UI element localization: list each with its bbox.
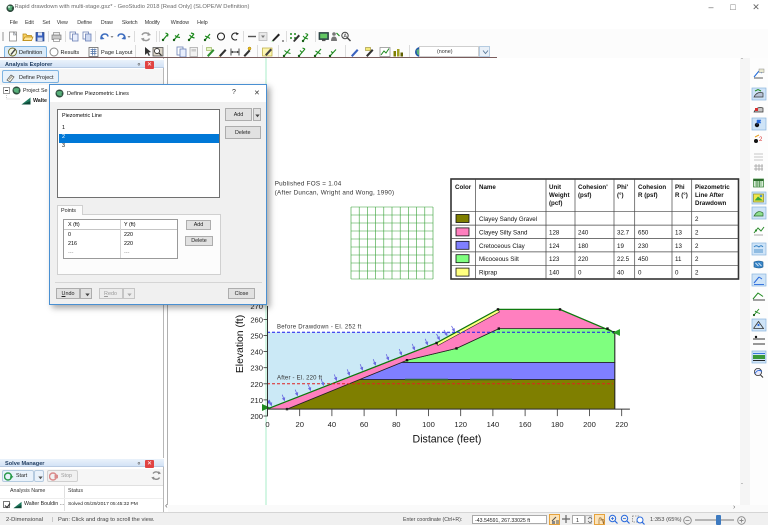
svg-text:A: A bbox=[344, 34, 348, 40]
svg-text:Definition: Definition bbox=[19, 50, 42, 56]
svg-text:Results: Results bbox=[61, 50, 80, 56]
svg-text:2: 2 bbox=[759, 137, 763, 143]
svg-text:Page Layout: Page Layout bbox=[101, 50, 133, 56]
